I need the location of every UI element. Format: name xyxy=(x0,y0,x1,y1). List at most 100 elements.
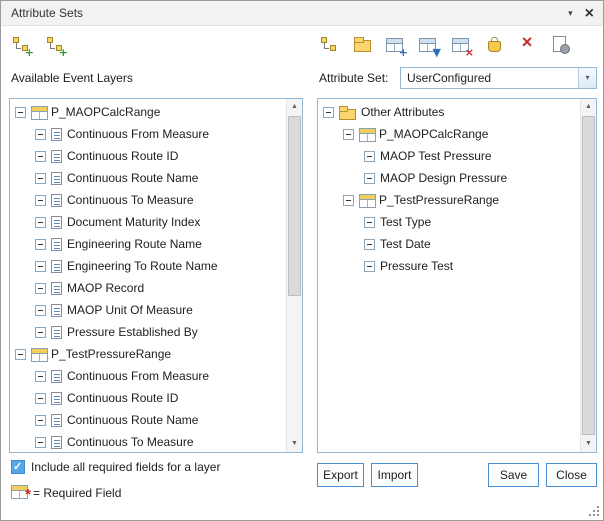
tree-item[interactable]: Test Date xyxy=(318,233,580,255)
scroll-down-icon[interactable]: ▼ xyxy=(581,436,596,452)
tree-item[interactable]: MAOP Record xyxy=(10,277,286,299)
tree-item[interactable]: MAOP Design Pressure xyxy=(318,167,580,189)
save-button[interactable]: Save xyxy=(488,463,539,487)
tree-item[interactable]: P_TestPressureRange xyxy=(318,189,580,211)
layer-icon xyxy=(359,128,374,140)
collapse-minus-icon[interactable] xyxy=(364,173,375,184)
tree-item[interactable]: Engineering To Route Name xyxy=(10,255,286,277)
layer-icon xyxy=(359,194,374,206)
tree-item[interactable]: Other Attributes xyxy=(318,101,580,123)
required-field-label: = Required Field xyxy=(33,486,121,500)
collapse-minus-icon[interactable] xyxy=(35,195,46,206)
tree-item[interactable]: Test Type xyxy=(318,211,580,233)
tree-item[interactable]: P_MAOPCalcRange xyxy=(318,123,580,145)
collapse-minus-icon[interactable] xyxy=(323,107,334,118)
field-icon xyxy=(51,414,62,427)
tree-item[interactable]: Continuous From Measure xyxy=(10,123,286,145)
tree-item[interactable]: Continuous Route Name xyxy=(10,167,286,189)
collapse-minus-icon[interactable] xyxy=(35,437,46,448)
attribute-set-label: Attribute Set: xyxy=(319,71,388,85)
tree-item[interactable]: MAOP Unit Of Measure xyxy=(10,299,286,321)
collapse-minus-icon[interactable] xyxy=(364,151,375,162)
tree-item[interactable]: MAOP Test Pressure xyxy=(318,145,580,167)
collapse-minus-icon[interactable] xyxy=(364,261,375,272)
import-button[interactable]: Import xyxy=(371,463,418,487)
field-icon xyxy=(51,370,62,383)
include-required-fields-label: Include all required fields for a layer xyxy=(31,460,220,475)
tree-item[interactable]: P_MAOPCalcRange xyxy=(10,101,286,123)
attribute-set-panel: Other Attributes P_MAOPCalcRange MAOP Te… xyxy=(317,98,597,453)
scroll-down-icon[interactable]: ▼ xyxy=(287,436,302,452)
field-icon xyxy=(51,216,62,229)
collapse-minus-icon[interactable] xyxy=(35,393,46,404)
scrollbar-thumb[interactable] xyxy=(288,116,301,296)
down-arrow-badge-icon: ▼ xyxy=(433,47,441,58)
collapse-minus-icon[interactable] xyxy=(364,217,375,228)
field-icon xyxy=(51,128,62,141)
scrollbar[interactable]: ▲ ▼ xyxy=(580,99,596,452)
collapse-minus-icon[interactable] xyxy=(15,107,26,118)
collapse-minus-icon[interactable] xyxy=(35,305,46,316)
tree-item[interactable]: Engineering Route Name xyxy=(10,233,286,255)
tree-item[interactable]: Continuous Route ID xyxy=(10,387,286,409)
tree-item[interactable]: Document Maturity Index xyxy=(10,211,286,233)
tree-item[interactable]: P_TestPressureRange xyxy=(10,343,286,365)
collapse-minus-icon[interactable] xyxy=(35,261,46,272)
combobox-dropdown-icon[interactable]: ▾ xyxy=(578,68,596,88)
new-attribute-set-icon[interactable] xyxy=(319,34,339,54)
collapse-minus-icon[interactable] xyxy=(35,129,46,140)
tree-item[interactable]: Continuous Route ID xyxy=(10,145,286,167)
field-icon xyxy=(51,326,62,339)
add-layer-to-attribute-set-icon[interactable]: + xyxy=(11,34,31,54)
add-all-layers-to-attribute-set-icon[interactable]: + xyxy=(45,34,65,54)
attribute-set-tree: Other Attributes P_MAOPCalcRange MAOP Te… xyxy=(318,99,580,452)
titlebar[interactable]: Attribute Sets ▾ × xyxy=(1,1,603,26)
collapse-minus-icon[interactable] xyxy=(35,327,46,338)
open-attribute-set-icon[interactable] xyxy=(352,34,372,54)
collapse-minus-icon[interactable] xyxy=(35,371,46,382)
collapse-minus-icon[interactable] xyxy=(35,415,46,426)
plus-badge-icon: + xyxy=(399,47,408,58)
remove-attribute-icon[interactable]: × xyxy=(451,34,471,54)
scroll-up-icon[interactable]: ▲ xyxy=(287,99,302,115)
delete-attribute-set-icon[interactable]: × xyxy=(517,34,537,54)
field-icon xyxy=(51,260,62,273)
tree-item[interactable]: Continuous To Measure xyxy=(10,189,286,211)
titlebar-caret-down-icon[interactable]: ▾ xyxy=(568,8,573,19)
collapse-minus-icon[interactable] xyxy=(343,129,354,140)
collapse-minus-icon[interactable] xyxy=(35,283,46,294)
available-layers-tree: P_MAOPCalcRange Continuous From Measure … xyxy=(10,99,286,452)
collapse-minus-icon[interactable] xyxy=(35,151,46,162)
tree-item[interactable]: Continuous To Measure xyxy=(10,431,286,452)
collapse-minus-icon[interactable] xyxy=(35,217,46,228)
attribute-set-properties-icon[interactable] xyxy=(550,34,570,54)
field-icon xyxy=(51,238,62,251)
tree-item[interactable]: Continuous From Measure xyxy=(10,365,286,387)
close-button[interactable]: Close xyxy=(546,463,597,487)
available-event-layers-label: Available Event Layers xyxy=(11,71,133,85)
resize-grip[interactable] xyxy=(588,505,600,517)
insert-attribute-icon[interactable]: ▼ xyxy=(418,34,438,54)
attribute-bag-icon[interactable] xyxy=(484,34,504,54)
field-icon xyxy=(51,304,62,317)
include-required-fields-checkbox[interactable]: ✓ xyxy=(11,460,25,474)
collapse-minus-icon[interactable] xyxy=(35,173,46,184)
export-button[interactable]: Export xyxy=(317,463,364,487)
close-icon[interactable]: × xyxy=(585,6,594,22)
attribute-set-combobox[interactable]: UserConfigured ▾ xyxy=(400,67,597,89)
tree-item[interactable]: Continuous Route Name xyxy=(10,409,286,431)
collapse-minus-icon[interactable] xyxy=(15,349,26,360)
collapse-minus-icon[interactable] xyxy=(364,239,375,250)
field-icon xyxy=(51,282,62,295)
scroll-up-icon[interactable]: ▲ xyxy=(581,99,596,115)
tree-item[interactable]: Pressure Established By xyxy=(10,321,286,343)
scrollbar[interactable]: ▲ ▼ xyxy=(286,99,302,452)
field-icon xyxy=(51,392,62,405)
scrollbar-thumb[interactable] xyxy=(582,116,595,435)
collapse-minus-icon[interactable] xyxy=(35,239,46,250)
tree-item[interactable]: Pressure Test xyxy=(318,255,580,277)
add-attribute-icon[interactable]: + xyxy=(385,34,405,54)
collapse-minus-icon[interactable] xyxy=(343,195,354,206)
plus-badge-icon: + xyxy=(25,47,34,58)
attribute-set-value: UserConfigured xyxy=(407,68,491,88)
